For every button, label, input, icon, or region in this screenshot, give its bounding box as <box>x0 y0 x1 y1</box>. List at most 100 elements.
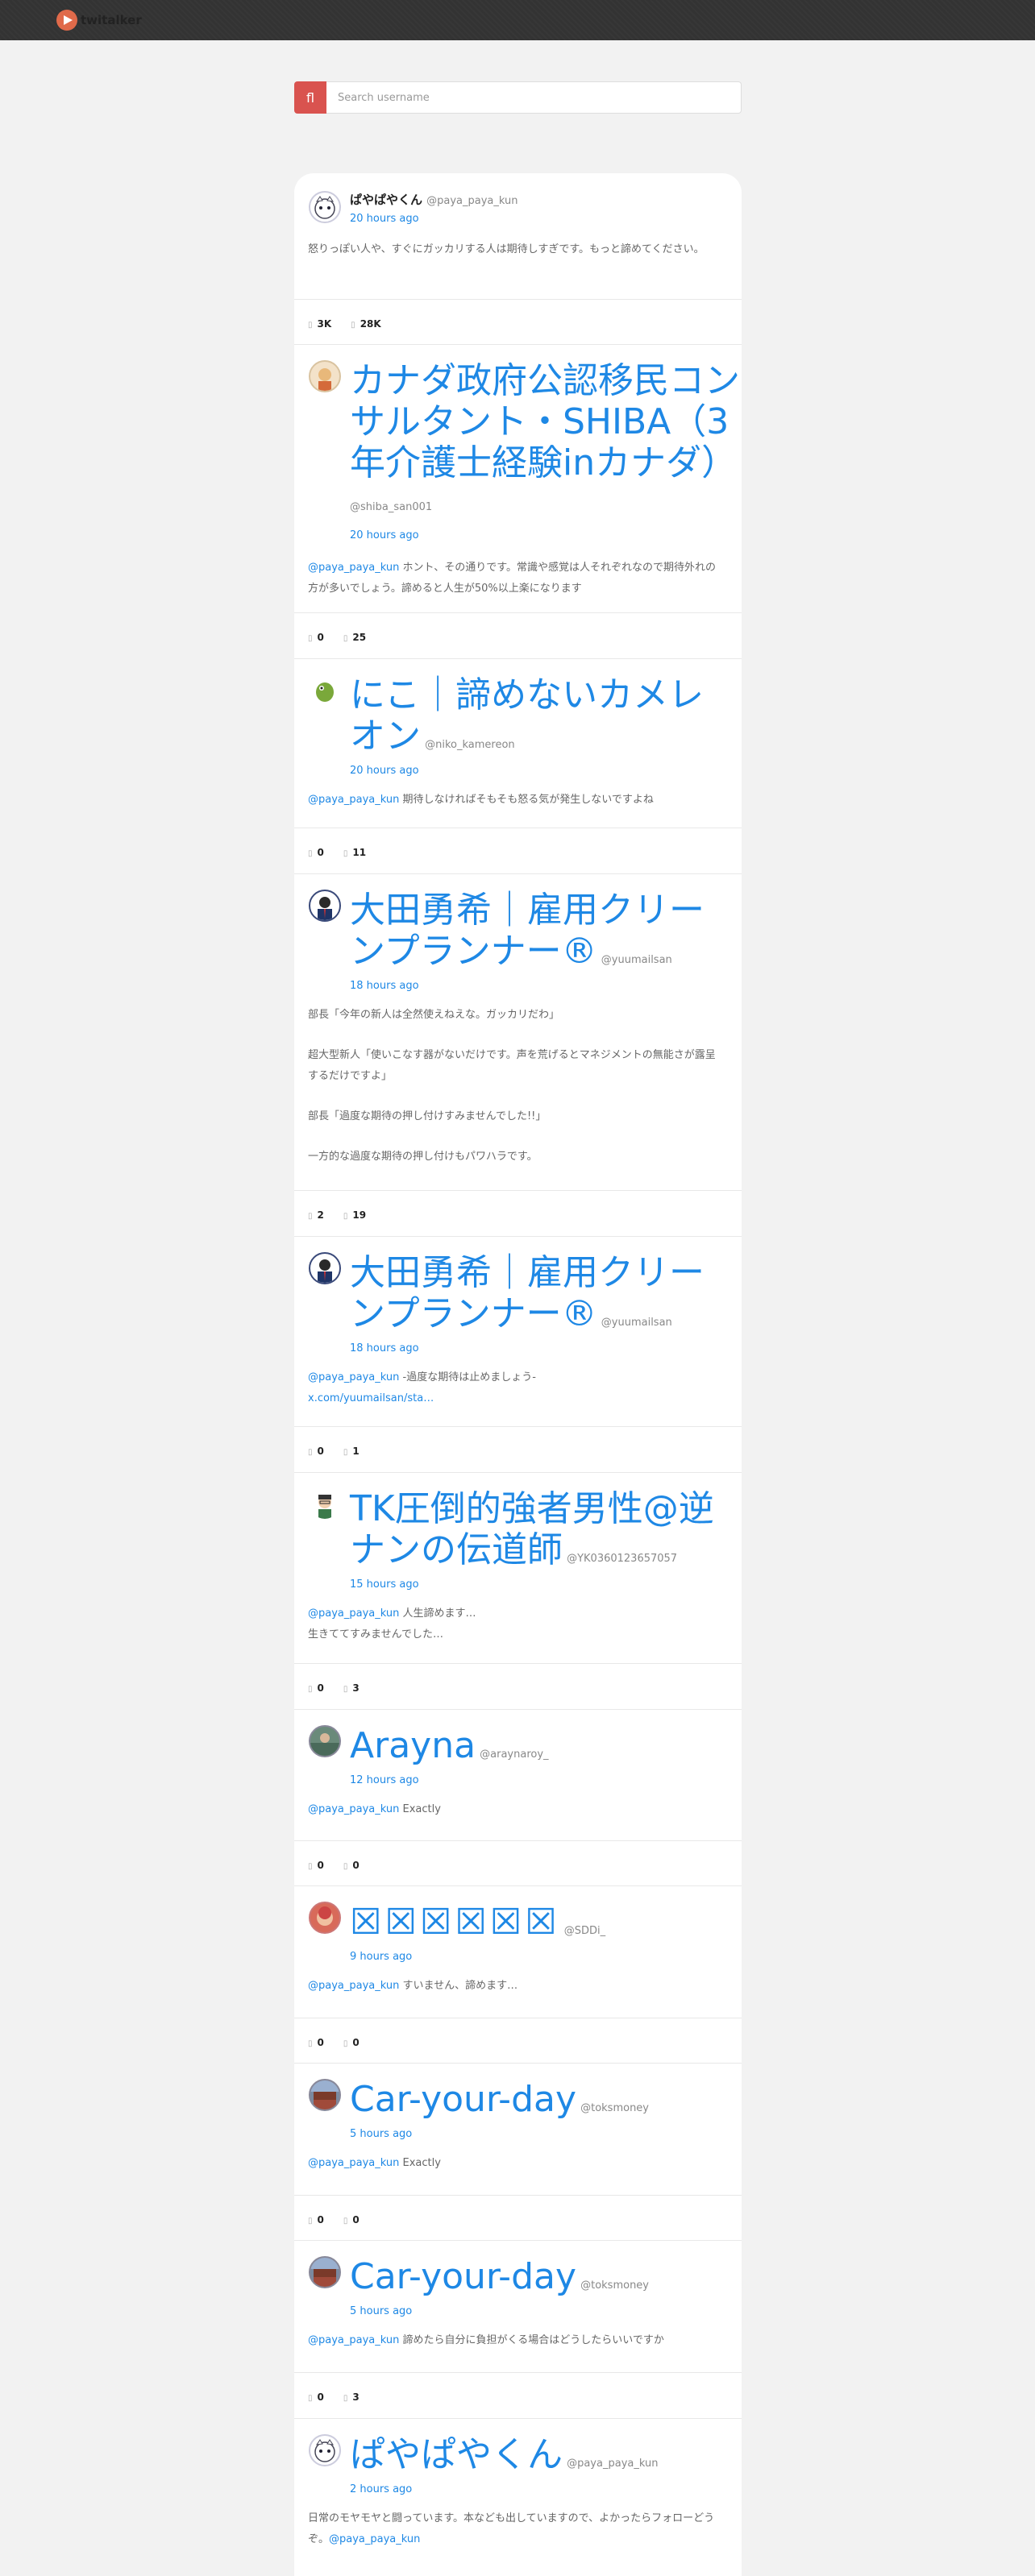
retweet-count[interactable]: ▯ 2 <box>308 1209 324 1221</box>
divider <box>294 1426 742 1427</box>
search-icon[interactable]: fl <box>294 81 326 114</box>
tweet-stats: ▯ 0 ▯ 1 <box>308 1446 360 1457</box>
timestamp[interactable]: 2 hours ago <box>350 2483 742 2495</box>
mention-link[interactable]: @paya_paya_kun <box>308 2157 399 2169</box>
divider <box>294 1472 742 1473</box>
username[interactable]: @YK0360123657057 <box>567 1553 677 1565</box>
divider <box>294 2195 742 2196</box>
tweet-link[interactable]: x.com/yuumailsan/sta… <box>308 1392 434 1404</box>
avatar[interactable] <box>309 360 341 392</box>
username[interactable]: @shiba_san001 <box>350 501 742 513</box>
retweet-count[interactable]: ▯ 0 <box>308 1860 324 1871</box>
timestamp[interactable]: 18 hours ago <box>350 1342 742 1354</box>
display-name[interactable]: ぱやぱやくん <box>350 193 422 207</box>
like-count[interactable]: ▯ 25 <box>343 632 366 643</box>
avatar[interactable] <box>309 2079 341 2111</box>
logo-icon <box>56 10 77 31</box>
display-name[interactable]: ☒☒☒☒☒☒ <box>350 1902 560 1943</box>
like-count[interactable]: ▯ 0 <box>343 1860 360 1871</box>
avatar[interactable] <box>309 191 341 223</box>
avatar[interactable] <box>309 1488 341 1520</box>
mention-link[interactable]: @paya_paya_kun <box>308 2334 399 2346</box>
like-count[interactable]: ▯ 3 <box>343 2391 360 2403</box>
retweet-count[interactable]: ▯ 0 <box>308 2037 324 2048</box>
timestamp[interactable]: 20 hours ago <box>350 213 742 225</box>
mention-link[interactable]: @paya_paya_kun <box>308 1803 399 1815</box>
timestamp[interactable]: 18 hours ago <box>350 980 742 992</box>
username[interactable]: @yuumailsan <box>601 954 672 966</box>
like-count[interactable]: ▯ 1 <box>343 1446 360 1457</box>
tweet: カナダ政府公認移民コンサルタント・SHIBA（3年介護士経験inカナダ） @sh… <box>294 360 742 599</box>
like-count[interactable]: ▯ 0 <box>343 2037 360 2048</box>
avatar[interactable] <box>309 674 341 707</box>
timestamp[interactable]: 20 hours ago <box>350 765 742 777</box>
mention-link[interactable]: @paya_paya_kun <box>308 562 399 574</box>
username[interactable]: @araynaroy_ <box>480 1748 548 1761</box>
avatar[interactable] <box>309 2434 341 2466</box>
timestamp[interactable]: 5 hours ago <box>350 2128 742 2140</box>
retweet-icon: ▯ <box>308 2394 313 2403</box>
mention-link[interactable]: @paya_paya_kun <box>308 1980 399 1992</box>
like-count[interactable]: ▯ 0 <box>343 2214 360 2225</box>
avatar[interactable] <box>309 1902 341 1934</box>
retweet-count[interactable]: ▯ 0 <box>308 2214 324 2225</box>
retweet-count[interactable]: ▯ 0 <box>308 1682 324 1694</box>
username[interactable]: @toksmoney <box>580 2279 649 2292</box>
like-count[interactable]: ▯ 3 <box>343 1682 360 1694</box>
mention-link[interactable]: @paya_paya_kun <box>308 1371 399 1383</box>
retweet-count[interactable]: ▯ 0 <box>308 2391 324 2403</box>
divider <box>294 612 742 613</box>
avatar[interactable] <box>309 1252 341 1284</box>
display-name[interactable]: Car-your-day <box>350 2256 576 2297</box>
timestamp[interactable]: 20 hours ago <box>350 529 742 541</box>
divider <box>294 1663 742 1664</box>
mention-link[interactable]: @paya_paya_kun <box>308 1607 399 1620</box>
timestamp[interactable]: 12 hours ago <box>350 1774 742 1786</box>
retweet-icon: ▯ <box>308 1685 313 1694</box>
display-name[interactable]: ぱやぱやくん <box>350 2434 563 2475</box>
tweet: Car-your-day @toksmoney 5 hours ago @pay… <box>294 2256 742 2351</box>
retweet-count[interactable]: ▯ 0 <box>308 632 324 643</box>
username[interactable]: @SDDi_ <box>564 1925 605 1937</box>
avatar[interactable] <box>309 2256 341 2288</box>
like-count[interactable]: ▯ 28K <box>351 318 381 330</box>
retweet-count[interactable]: ▯ 0 <box>308 1446 324 1457</box>
like-icon: ▯ <box>343 1448 348 1457</box>
tweet-stats: ▯ 0 ▯ 0 <box>308 1860 360 1871</box>
like-count[interactable]: ▯ 11 <box>343 847 366 858</box>
retweet-icon: ▯ <box>308 634 313 643</box>
retweet-count[interactable]: ▯ 3K <box>308 318 331 330</box>
username[interactable]: @paya_paya_kun <box>426 195 518 207</box>
retweet-icon: ▯ <box>308 1212 313 1221</box>
display-name[interactable]: Arayna <box>350 1725 476 1766</box>
username[interactable]: @paya_paya_kun <box>567 2458 658 2470</box>
tweet-feed: ぱやぱやくん @paya_paya_kun 20 hours ago 怒りっぽい… <box>294 173 742 2576</box>
search-input[interactable] <box>326 81 742 114</box>
tweet-text: @paya_paya_kun -過度な期待は止めましょう- x.com/yuum… <box>308 1371 536 1405</box>
username[interactable]: @niko_kamereon <box>425 739 515 751</box>
timestamp[interactable]: 5 hours ago <box>350 2305 742 2317</box>
display-name[interactable]: Car-your-day <box>350 2079 576 2120</box>
like-icon: ▯ <box>343 634 348 643</box>
mention-link[interactable]: @paya_paya_kun <box>308 794 399 806</box>
retweet-icon: ▯ <box>308 849 313 858</box>
timestamp[interactable]: 15 hours ago <box>350 1578 742 1591</box>
username[interactable]: @yuumailsan <box>601 1317 672 1329</box>
tweet-text: 部長「今年の新人は全然使えねえな。ガッカリだわ」 超大型新人「使いこなす器がない… <box>308 1009 716 1164</box>
username[interactable]: @toksmoney <box>580 2102 649 2114</box>
avatar[interactable] <box>309 890 341 922</box>
divider <box>294 2240 742 2241</box>
divider <box>294 2372 742 2373</box>
like-count[interactable]: ▯ 19 <box>343 1209 366 1221</box>
retweet-icon: ▯ <box>308 1862 313 1871</box>
retweet-count[interactable]: ▯ 0 <box>308 847 324 858</box>
display-name[interactable]: にこ｜諦めないカメレオン <box>350 674 704 757</box>
display-name[interactable]: カナダ政府公認移民コンサルタント・SHIBA（3年介護士経験inカナダ） <box>350 360 742 483</box>
timestamp[interactable]: 9 hours ago <box>350 1951 742 1963</box>
divider <box>294 2418 742 2419</box>
app-logo[interactable]: twitalker <box>56 10 142 31</box>
divider <box>294 1190 742 1191</box>
mention-link[interactable]: @paya_paya_kun <box>329 2533 420 2545</box>
tweet-text: @paya_paya_kun Exactly <box>308 2157 441 2170</box>
avatar[interactable] <box>309 1725 341 1757</box>
